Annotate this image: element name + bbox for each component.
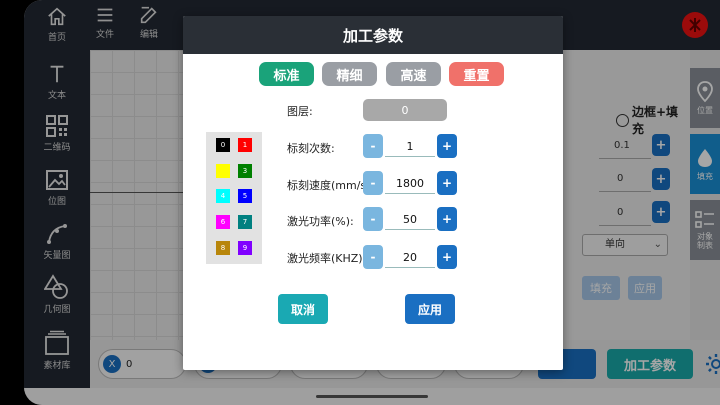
device-frame: 首页 文本 二维码 位图 矢量图 几何图 素材库 文件 编辑 边框+填充 0.1… [0,0,720,405]
plus-label: + [441,250,453,264]
layer-swatch-0[interactable]: 0 [216,138,230,152]
preset-fast-label: 高速 [400,68,427,84]
layer-label: 图层: [287,105,313,118]
mark-speed-label: 标刻速度(mm/s): [287,179,375,192]
laser-frequency-value: 20 [403,250,417,264]
layer-swatch-1[interactable]: 1 [238,138,252,152]
swatch-label: 9 [242,244,248,252]
mark-count-plus-button[interactable]: + [437,134,457,158]
preset-standard-button[interactable]: 标准 [259,62,314,86]
mark-count-input[interactable]: 1 [383,134,437,158]
mark-speed-value: 1800 [396,176,424,190]
mark-speed-stepper: - 1800 + [363,171,457,195]
layer-swatch-8[interactable]: 8 [216,241,230,255]
swatch-label: 7 [242,218,248,226]
laser-power-input[interactable]: 50 [383,207,437,231]
layer-swatch-2[interactable]: 2 [216,164,230,178]
mark-speed-minus-button[interactable]: - [363,171,383,195]
swatch-label: 1 [242,141,248,149]
mark-count-label: 标刻次数: [287,142,335,155]
mark-speed-plus-button[interactable]: + [437,171,457,195]
laser-frequency-input[interactable]: 20 [383,245,437,269]
swatch-label: 2 [220,167,226,175]
input-underline [385,156,435,157]
preset-standard-label: 标准 [273,68,300,84]
layer-color-palette: 0 1 2 3 4 5 6 7 8 9 [206,132,262,264]
plus-label: + [441,176,453,190]
process-params-dialog: 加工参数 标准 精细 高速 重置 0 1 2 3 4 5 6 7 8 9 图层:… [183,16,563,370]
minus-label: - [370,176,376,190]
cancel-button[interactable]: 取消 [278,294,328,324]
laser-frequency-minus-button[interactable]: - [363,245,383,269]
swatch-label: 8 [220,244,226,252]
laser-frequency-label: 激光频率(KHZ): [287,252,367,265]
preset-reset-button[interactable]: 重置 [449,62,504,86]
layer-swatch-5[interactable]: 5 [238,189,252,203]
input-underline [385,267,435,268]
layer-swatch-7[interactable]: 7 [238,215,252,229]
minus-label: - [370,250,376,264]
plus-label: + [441,212,453,226]
swatch-label: 5 [242,192,248,200]
preset-fast-button[interactable]: 高速 [386,62,441,86]
swatch-label: 3 [242,167,248,175]
laser-frequency-stepper: - 20 + [363,245,457,269]
input-underline [385,193,435,194]
preset-reset-label: 重置 [463,68,490,84]
minus-label: - [370,139,376,153]
swatch-label: 6 [220,218,226,226]
laser-power-stepper: - 50 + [363,207,457,231]
layer-value: 0 [401,103,409,117]
mark-count-stepper: - 1 + [363,134,457,158]
plus-label: + [441,139,453,153]
mark-speed-input[interactable]: 1800 [383,171,437,195]
laser-power-value: 50 [403,212,417,226]
layer-swatch-9[interactable]: 9 [238,241,252,255]
layer-swatch-4[interactable]: 4 [216,189,230,203]
laser-power-plus-button[interactable]: + [437,207,457,231]
layer-value-field: 0 [363,99,447,121]
swatch-label: 0 [220,141,226,149]
swatch-label: 4 [220,192,226,200]
preset-fine-label: 精细 [336,68,363,84]
layer-swatch-3[interactable]: 3 [238,164,252,178]
apply-button[interactable]: 应用 [405,294,455,324]
mark-count-minus-button[interactable]: - [363,134,383,158]
laser-power-label: 激光功率(%): [287,215,354,228]
input-underline [385,229,435,230]
layer-swatch-6[interactable]: 6 [216,215,230,229]
laser-power-minus-button[interactable]: - [363,207,383,231]
laser-frequency-plus-button[interactable]: + [437,245,457,269]
minus-label: - [370,212,376,226]
cancel-button-label: 取消 [290,302,315,317]
apply-button-label: 应用 [417,302,442,317]
dialog-header: 加工参数 [183,16,563,54]
dialog-title: 加工参数 [342,26,403,45]
preset-fine-button[interactable]: 精细 [322,62,377,86]
mark-count-value: 1 [406,139,414,153]
